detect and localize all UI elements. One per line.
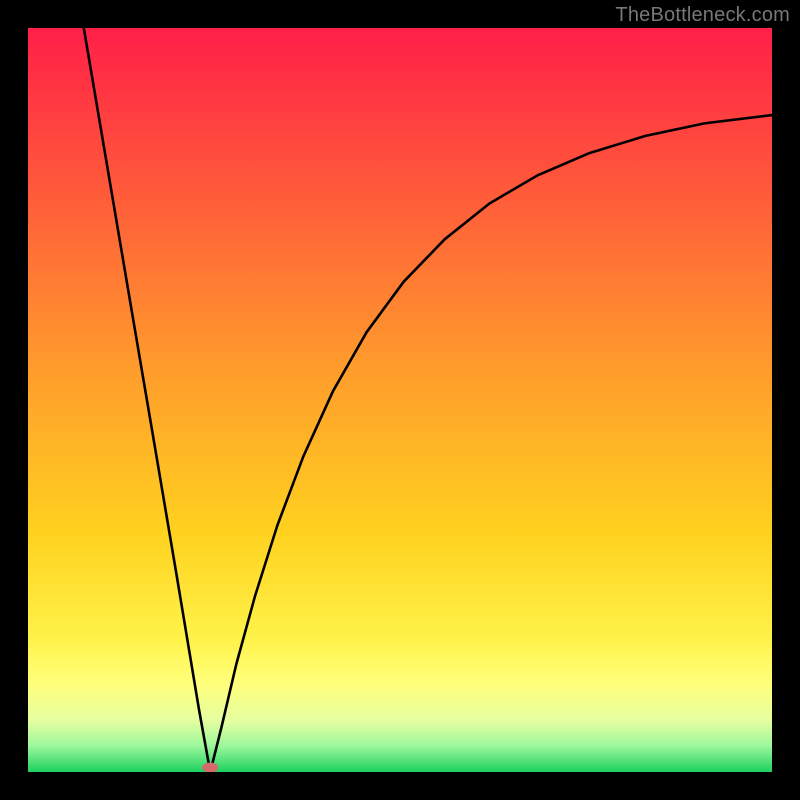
watermark-label: TheBottleneck.com (615, 4, 790, 27)
bottleneck-curve-chart (28, 28, 772, 772)
chart-frame (28, 28, 772, 772)
gradient-background (28, 28, 772, 772)
